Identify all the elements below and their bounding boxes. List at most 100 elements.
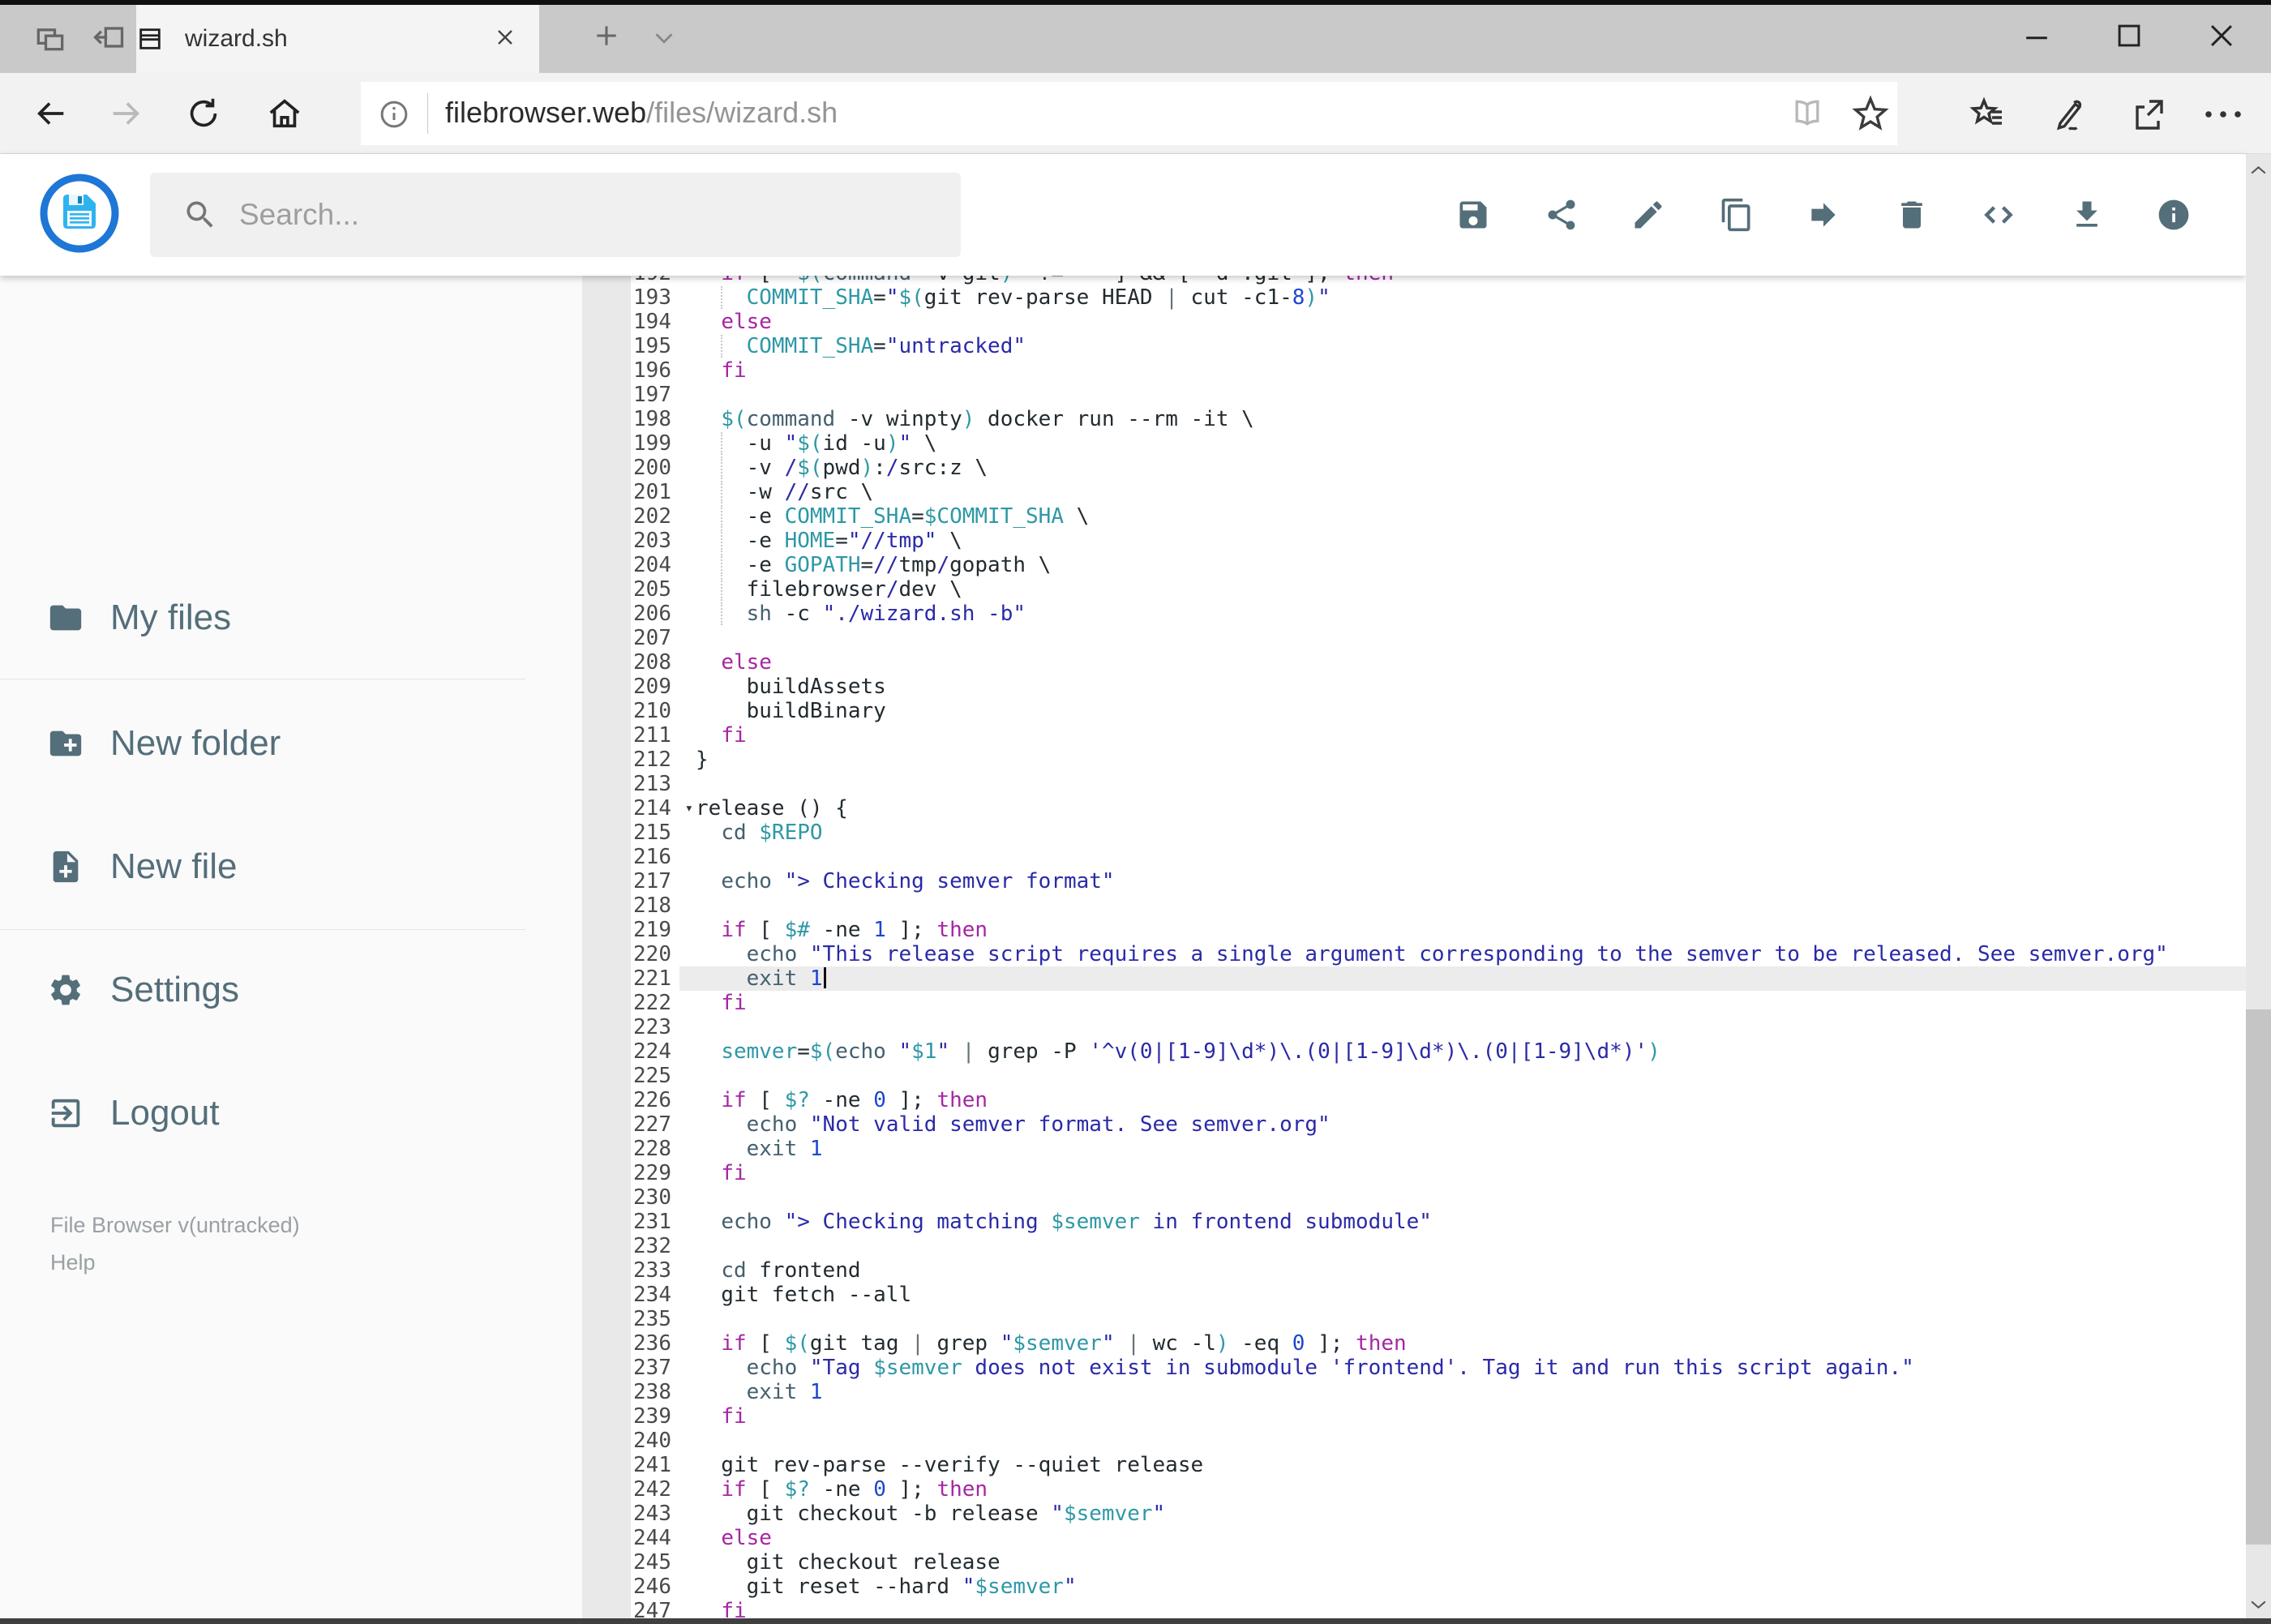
copy-button[interactable] — [1719, 197, 1755, 233]
sidebar-item-logout[interactable]: Logout — [0, 1089, 220, 1138]
annotate-pen-icon[interactable] — [2050, 95, 2089, 134]
code-line[interactable]: 244 else — [582, 1526, 2246, 1550]
code-line[interactable]: 205 filebrowser/dev \ — [582, 577, 2246, 602]
code-line[interactable]: 223 — [582, 1015, 2246, 1039]
scroll-up-icon[interactable] — [2248, 161, 2269, 181]
sidebar-item-new-file[interactable]: New file — [0, 842, 238, 891]
code-line[interactable]: 220 echo "This release script requires a… — [582, 942, 2246, 966]
code-line[interactable]: 237 echo "Tag $semver does not exist in … — [582, 1356, 2246, 1380]
search-input[interactable]: Search... — [150, 173, 961, 257]
close-tab-icon[interactable] — [492, 24, 518, 50]
set-tabs-aside-icon[interactable] — [91, 19, 126, 55]
sidebar-item-new-folder[interactable]: New folder — [0, 719, 281, 768]
code-line[interactable]: 206 sh -c "./wizard.sh -b" — [582, 602, 2246, 626]
code-line[interactable]: 240 — [582, 1429, 2246, 1453]
save-button[interactable] — [1455, 197, 1491, 233]
code-line[interactable]: 229 fi — [582, 1161, 2246, 1185]
code-line[interactable]: 211 fi — [582, 723, 2246, 748]
code-line[interactable]: 194 else — [582, 310, 2246, 334]
code-line[interactable]: 225 — [582, 1064, 2246, 1088]
code-line[interactable]: 245 git checkout release — [582, 1550, 2246, 1575]
code-line[interactable]: 199 -u "$(id -u)" \ — [582, 431, 2246, 456]
code-line[interactable]: 204 -e GOPATH=//tmp/gopath \ — [582, 553, 2246, 577]
code-line[interactable]: 201 -w //src \ — [582, 480, 2246, 504]
vertical-scrollbar[interactable] — [2246, 154, 2271, 1624]
back-icon[interactable] — [32, 95, 70, 132]
code-line[interactable]: 196 fi — [582, 358, 2246, 383]
code-line[interactable]: 238 exit 1 — [582, 1380, 2246, 1404]
code-line[interactable]: 207 — [582, 626, 2246, 650]
tab-list-chevron-icon[interactable] — [649, 23, 679, 54]
code-line[interactable]: 193 COMMIT_SHA="$(git rev-parse HEAD | c… — [582, 285, 2246, 310]
browser-tab[interactable]: wizard.sh — [136, 5, 539, 73]
code-line[interactable]: 197 — [582, 383, 2246, 407]
code-line[interactable]: 208 else — [582, 650, 2246, 675]
delete-button[interactable] — [1894, 197, 1930, 233]
code-line[interactable]: 214 ▾ release () { — [582, 796, 2246, 821]
url-text[interactable]: filebrowser.web/files/wizard.sh — [445, 96, 838, 130]
help-link[interactable]: Help — [50, 1244, 300, 1281]
code-line[interactable]: 235 — [582, 1307, 2246, 1331]
new-tab-icon[interactable] — [590, 19, 623, 52]
code-line[interactable]: 217 echo "> Checking semver format" — [582, 869, 2246, 893]
filebrowser-logo[interactable] — [39, 173, 120, 254]
code-line[interactable]: 198 $(command -v winpty) docker run --rm… — [582, 407, 2246, 431]
code-line[interactable]: 218 — [582, 893, 2246, 918]
code-button[interactable] — [1981, 197, 2016, 233]
code-line[interactable]: 195 COMMIT_SHA="untracked" — [582, 334, 2246, 358]
code-line[interactable]: 226 if [ $? -ne 0 ]; then — [582, 1088, 2246, 1112]
edit-button[interactable] — [1630, 197, 1666, 233]
code-line[interactable]: 228 exit 1 — [582, 1137, 2246, 1161]
home-icon[interactable] — [266, 95, 303, 132]
minimize-icon[interactable] — [2019, 18, 2055, 54]
code-line[interactable]: 213 — [582, 772, 2246, 796]
share-icon[interactable] — [2129, 95, 2168, 134]
code-line[interactable]: 242 if [ $? -ne 0 ]; then — [582, 1477, 2246, 1502]
refresh-icon[interactable] — [185, 95, 222, 132]
download-button[interactable] — [2069, 197, 2105, 233]
code-line[interactable]: 236 if [ $(git tag | grep "$semver" | wc… — [582, 1331, 2246, 1356]
code-line[interactable]: 222 fi — [582, 991, 2246, 1015]
code-line[interactable]: 192 if [ "$(command -v git)" != "" ] && … — [582, 276, 2246, 285]
code-line[interactable]: 210 buildBinary — [582, 699, 2246, 723]
page-info-icon[interactable] — [377, 97, 411, 131]
code-editor[interactable]: 192 if [ "$(command -v git)" != "" ] && … — [582, 276, 2246, 1624]
reading-view-icon[interactable] — [1789, 96, 1825, 131]
code-line[interactable]: 239 fi — [582, 1404, 2246, 1429]
more-ellipsis-icon[interactable] — [2202, 102, 2244, 126]
scroll-down-icon[interactable] — [2248, 1594, 2269, 1614]
info-button[interactable] — [2156, 197, 2192, 233]
code-line[interactable]: 231 echo "> Checking matching $semver in… — [582, 1210, 2246, 1234]
code-line[interactable]: 200 -v /$(pwd):/src:z \ — [582, 456, 2246, 480]
code-line[interactable]: 224 semver=$(echo "$1" | grep -P '^v(0|[… — [582, 1039, 2246, 1064]
move-button[interactable] — [1806, 197, 1841, 233]
code-line[interactable]: 241 git rev-parse --verify --quiet relea… — [582, 1453, 2246, 1477]
hub-icon[interactable] — [1969, 95, 2007, 134]
close-window-icon[interactable] — [2204, 18, 2239, 54]
code-line[interactable]: 216 — [582, 845, 2246, 869]
code-line[interactable]: 232 — [582, 1234, 2246, 1258]
address-bar[interactable]: filebrowser.web/files/wizard.sh — [361, 82, 1897, 145]
code-line[interactable]: 227 echo "Not valid semver format. See s… — [582, 1112, 2246, 1137]
code-line[interactable]: 234 git fetch --all — [582, 1283, 2246, 1307]
sidebar-item-settings[interactable]: Settings — [0, 966, 239, 1014]
code-line[interactable]: 219 if [ $# -ne 1 ]; then — [582, 918, 2246, 942]
horizontal-scrollbar[interactable] — [0, 1618, 2271, 1624]
favorite-star-icon[interactable] — [1851, 94, 1890, 133]
tab-preview-icon[interactable] — [32, 19, 68, 55]
code-line[interactable]: 230 — [582, 1185, 2246, 1210]
share-button[interactable] — [1544, 197, 1579, 233]
code-line[interactable]: 246 git reset --hard "$semver" — [582, 1575, 2246, 1599]
code-line[interactable]: 233 cd frontend — [582, 1258, 2246, 1283]
forward-icon[interactable] — [107, 95, 144, 132]
code-line[interactable]: 212} — [582, 748, 2246, 772]
code-line[interactable]: 243 git checkout -b release "$semver" — [582, 1502, 2246, 1526]
code-line[interactable]: 202 -e COMMIT_SHA=$COMMIT_SHA \ — [582, 504, 2246, 529]
code-line[interactable]: 209 buildAssets — [582, 675, 2246, 699]
code-line[interactable]: 203 -e HOME="//tmp" \ — [582, 529, 2246, 553]
code-line[interactable]: 221 exit 1 — [582, 966, 2246, 991]
sidebar-item-my-files[interactable]: My files — [0, 593, 231, 642]
maximize-icon[interactable] — [2111, 18, 2147, 54]
code-line[interactable]: 215 cd $REPO — [582, 821, 2246, 845]
scrollbar-thumb[interactable] — [2246, 1009, 2271, 1545]
